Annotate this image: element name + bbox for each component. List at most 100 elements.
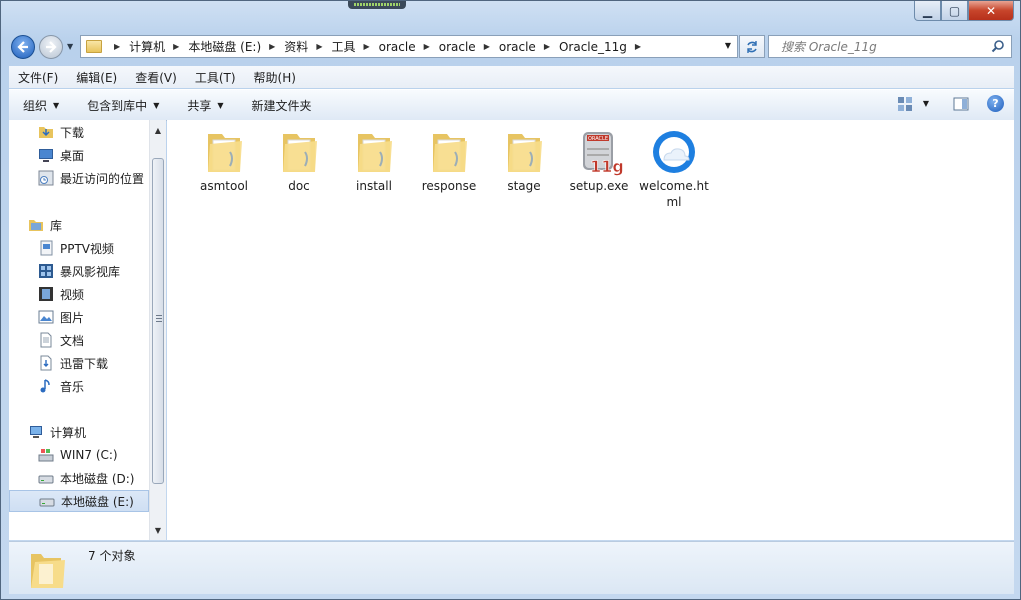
recent-pages-dropdown[interactable]: ▼	[67, 42, 73, 51]
html-file-icon	[650, 128, 698, 176]
breadcrumb-item[interactable]: 资料	[284, 38, 308, 55]
sidebar-item-library[interactable]: 视频	[9, 283, 149, 305]
folder-item[interactable]: install	[339, 128, 409, 194]
recent-places-icon	[38, 170, 54, 186]
menu-file[interactable]: 文件(F)	[9, 69, 67, 86]
folder-item[interactable]: response	[414, 128, 484, 194]
scroll-grip-icon	[156, 315, 162, 322]
search-box[interactable]	[768, 35, 1012, 58]
refresh-button[interactable]	[739, 35, 765, 58]
item-count: 7 个对象	[88, 549, 136, 563]
sidebar-item-label: 本地磁盘 (D:)	[60, 471, 135, 486]
drive-icon	[38, 470, 54, 486]
sidebar-item-favorite[interactable]: 下载	[9, 121, 149, 143]
new-folder-button[interactable]: 新建文件夹	[238, 97, 326, 114]
folder-item[interactable]: stage	[489, 128, 559, 194]
sidebar-item-label: 桌面	[60, 148, 85, 163]
breadcrumb-separator-icon[interactable]: ▶	[316, 42, 322, 51]
sidebar-item-favorite[interactable]: 桌面	[9, 144, 149, 166]
include-in-library-label: 包含到库中	[87, 98, 148, 113]
refresh-icon	[747, 40, 757, 53]
breadcrumb-item[interactable]: 工具	[331, 38, 355, 55]
sidebar-item-drive[interactable]: 本地磁盘 (D:)	[9, 467, 149, 489]
sidebar-item-label: 视频	[60, 287, 85, 302]
file-item[interactable]: welcome.html	[639, 128, 709, 210]
breadcrumb-separator-icon[interactable]: ▶	[635, 42, 641, 51]
folder-icon	[500, 128, 548, 176]
explorer-window: ▁ ▢ ✕ ▼ ▶ 计算机 ▶ 本地磁盘 (E:) ▶ 资料 ▶ 工具 ▶ oracle ▶ orac…	[0, 0, 1021, 600]
share-button[interactable]: 共享 ▼	[173, 97, 237, 114]
breadcrumb-item[interactable]: 本地磁盘 (E:)	[188, 38, 261, 55]
search-icon[interactable]	[991, 39, 1005, 53]
sidebar-item-library[interactable]: 音乐	[9, 375, 149, 397]
back-button[interactable]	[11, 35, 35, 59]
breadcrumb-item[interactable]: 计算机	[129, 38, 165, 55]
include-in-library-button[interactable]: 包含到库中 ▼	[73, 97, 173, 114]
menu-tools[interactable]: 工具(T)	[186, 69, 245, 86]
scroll-up-icon[interactable]: ▲	[150, 122, 166, 138]
maximize-button[interactable]: ▢	[941, 1, 968, 21]
minimize-button[interactable]: ▁	[914, 1, 941, 21]
download-library-icon	[38, 355, 54, 371]
breadcrumb-item[interactable]: Oracle_11g	[559, 40, 627, 54]
sidebar-item-drive[interactable]: WIN7 (C:)	[9, 444, 149, 466]
breadcrumb-separator-icon[interactable]: ▶	[544, 42, 550, 51]
breadcrumb-item[interactable]: oracle	[379, 40, 416, 54]
close-button[interactable]: ✕	[968, 1, 1014, 21]
folder-icon	[86, 40, 102, 53]
breadcrumb-separator-icon[interactable]: ▶	[173, 42, 179, 51]
change-view-icon[interactable]	[897, 96, 913, 112]
back-arrow-icon	[17, 41, 28, 53]
breadcrumb-separator-icon[interactable]: ▶	[363, 42, 369, 51]
file-item[interactable]: ORACLE 11g setup.exe	[564, 128, 634, 194]
scroll-down-icon[interactable]: ▼	[150, 522, 166, 538]
scroll-thumb[interactable]	[152, 158, 164, 484]
video-library-icon	[38, 240, 54, 256]
sidebar-item-library[interactable]: 暴风影视库	[9, 260, 149, 282]
folder-item[interactable]: asmtool	[189, 128, 259, 194]
caption-buttons: ▁ ▢ ✕	[914, 1, 1014, 21]
document-icon	[38, 332, 54, 348]
share-label: 共享	[187, 98, 212, 113]
system-drive-icon	[38, 447, 54, 463]
file-name: asmtool	[199, 179, 249, 193]
breadcrumb-separator-icon[interactable]: ▶	[269, 42, 275, 51]
view-dropdown-icon[interactable]: ▼	[923, 99, 929, 108]
search-input[interactable]	[779, 36, 988, 58]
organize-button[interactable]: 组织 ▼	[9, 97, 73, 114]
preview-pane-icon[interactable]	[953, 96, 969, 112]
breadcrumb-item[interactable]: oracle	[439, 40, 476, 54]
sidebar-item-library[interactable]: PPTV视频	[9, 237, 149, 259]
chevron-down-icon: ▼	[153, 100, 160, 110]
breadcrumb-separator-icon[interactable]: ▶	[114, 42, 120, 51]
film-icon	[38, 286, 54, 302]
breadcrumb-separator-icon[interactable]: ▶	[424, 42, 430, 51]
folder-icon	[31, 554, 65, 588]
folder-item[interactable]: doc	[264, 128, 334, 194]
folder-icon	[350, 128, 398, 176]
menu-edit[interactable]: 编辑(E)	[67, 69, 126, 86]
sidebar-item-library[interactable]: 图片	[9, 306, 149, 328]
help-icon[interactable]: ?	[987, 95, 1004, 112]
breadcrumb-item[interactable]: oracle	[499, 40, 536, 54]
sidebar-item-label: 最近访问的位置	[60, 171, 145, 186]
navigation-scrollbar[interactable]: ▲ ▼	[149, 120, 166, 540]
sidebar-item-library[interactable]: 文档	[9, 329, 149, 351]
address-dropdown-icon[interactable]: ▼	[725, 41, 731, 50]
sidebar-header-libraries[interactable]: 库	[9, 214, 149, 236]
address-bar[interactable]: ▶ 计算机 ▶ 本地磁盘 (E:) ▶ 资料 ▶ 工具 ▶ oracle ▶ oracle ▶ oracl…	[80, 35, 738, 58]
breadcrumb-separator-icon[interactable]: ▶	[484, 42, 490, 51]
sidebar-item-library[interactable]: 迅雷下载	[9, 352, 149, 374]
folder-icon	[200, 128, 248, 176]
sidebar-item-drive[interactable]: 本地磁盘 (E:)	[9, 490, 149, 512]
sidebar-item-label: PPTV视频	[60, 241, 115, 256]
menu-help[interactable]: 帮助(H)	[245, 69, 305, 86]
sidebar-item-favorite[interactable]: 最近访问的位置	[9, 167, 149, 189]
folder-icon	[425, 128, 473, 176]
chevron-down-icon: ▼	[217, 100, 224, 110]
details-pane: 7 个对象	[9, 541, 1014, 594]
sidebar-header-computer[interactable]: 计算机	[9, 421, 149, 443]
file-list: asmtool doc install response stage ORACLE 11g s…	[167, 120, 1014, 540]
menu-view[interactable]: 查看(V)	[126, 69, 186, 86]
forward-button[interactable]	[39, 35, 63, 59]
